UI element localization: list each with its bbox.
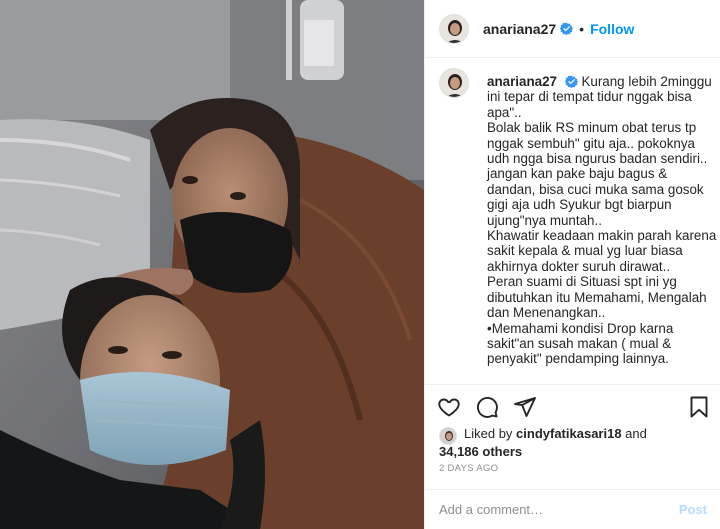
caption-line: sakit kepala & mual yg luar biasa [487, 243, 683, 259]
caption-line: udh ngga bisa ngurus badan sendiri.. [487, 151, 708, 167]
caption-line: apa".. [487, 104, 522, 120]
user-avatar[interactable] [439, 13, 469, 44]
post-image [0, 0, 424, 529]
caption-line: Khawatir keadaan makin parah karena [487, 228, 717, 244]
likes-conjunction: and [621, 426, 647, 441]
liker-username[interactable]: cindyfatikasari18 [516, 426, 622, 441]
post-comment-button[interactable]: Post [679, 502, 707, 517]
caption-line: sakit"an susah makan ( mual & [487, 335, 672, 351]
comment-input[interactable] [439, 502, 679, 517]
verified-badge-icon [560, 22, 574, 35]
likes-count[interactable]: 34,186 others [439, 444, 522, 459]
comment-form: Post [425, 489, 720, 529]
post-photo[interactable] [0, 0, 424, 529]
caption-line: ini tepar di tempat tidur nggak bisa [487, 89, 692, 105]
caption-text: anariana27 Kurang lebih 2minggu ini tepa… [487, 74, 716, 367]
post-timestamp[interactable]: 2 DAYS AGO [439, 463, 498, 474]
likes-summary: Liked by cindyfatikasari18 and 34,186 ot… [439, 425, 715, 461]
caption-line: Kurang lebih 2minggu [581, 74, 712, 89]
caption-line: dibutuhkan itu Memahami, Mengalah [487, 289, 707, 305]
action-bar [425, 384, 720, 424]
caption-avatar[interactable] [439, 68, 469, 98]
caption-line: jangan kan pake baju bagus & [487, 166, 668, 182]
comment-icon[interactable] [475, 395, 499, 419]
post-sidebar: anariana27 • Follow anariana27 Kurang le… [424, 0, 720, 529]
post-header: anariana27 • Follow [425, 0, 720, 58]
caption-line: Peran suami di Situasi spt ini yg [487, 274, 677, 290]
caption-line: ujung"nya muntah.. [487, 212, 602, 228]
follow-button[interactable]: Follow [590, 21, 634, 37]
caption-line: dan Menenangkan.. [487, 305, 606, 321]
caption-line: nggak sembuh" gitu aja.. pokoknya [487, 135, 695, 151]
share-icon[interactable] [513, 395, 537, 419]
separator-dot: • [579, 20, 585, 37]
caption-username[interactable]: anariana27 [487, 74, 557, 89]
caption-line: akhirnya dokter suruh dirawat.. [487, 258, 671, 274]
caption-line: dandan, bisa cuci muka sama gosok [487, 181, 704, 197]
caption-line: Bolak balik RS minum obat terus tp [487, 120, 697, 136]
liked-by-prefix: Liked by [464, 426, 517, 441]
caption-line: gigi aja udh Syukur bgt biarpun [487, 197, 672, 213]
caption: anariana27 Kurang lebih 2minggu ini tepa… [439, 68, 716, 367]
username-link[interactable]: anariana27 [483, 21, 556, 37]
caption-line: •Memahami kondisi Drop karna [487, 320, 674, 336]
liker-avatar[interactable] [439, 427, 457, 445]
caption-line: penyakit" pendamping lainnya. [487, 351, 669, 367]
comments-section[interactable]: anariana27 Kurang lebih 2minggu ini tepa… [425, 58, 720, 384]
verified-badge-icon [564, 75, 578, 88]
bookmark-icon[interactable] [687, 395, 711, 419]
heart-icon[interactable] [437, 395, 461, 419]
